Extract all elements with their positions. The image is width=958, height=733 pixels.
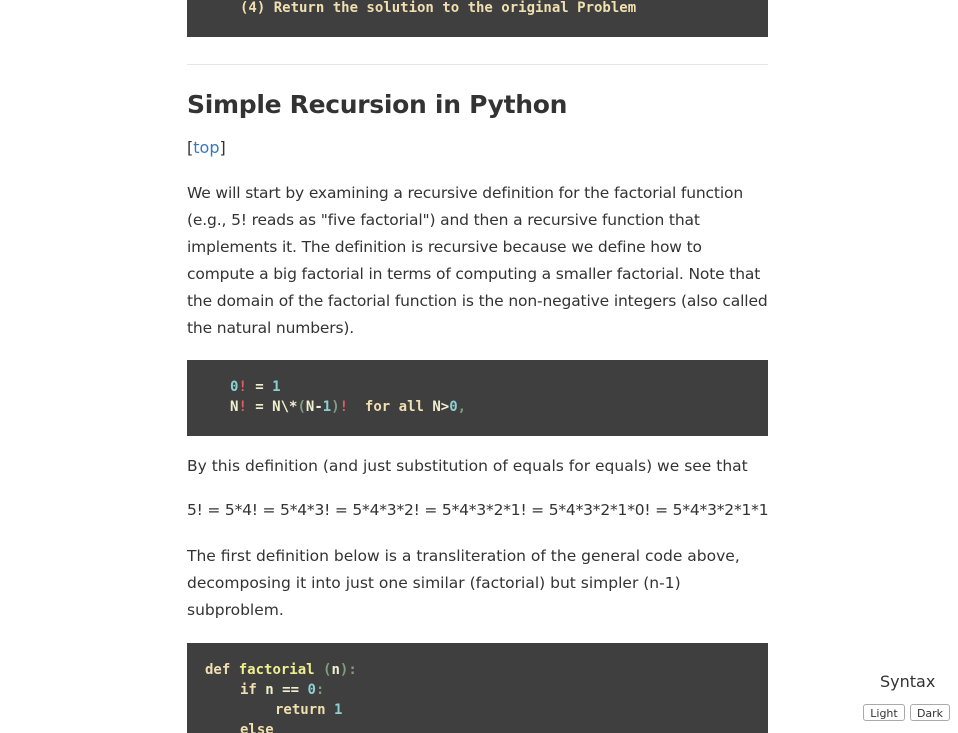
syntax-title: Syntax [880,672,936,691]
code-line: 0! = 1 [230,379,281,395]
code-line: (4) Return the solution to the original … [240,0,637,16]
light-theme-button[interactable]: Light [863,704,905,721]
paragraph-transliteration: The first definition below is a translit… [187,547,740,619]
top-link-container: [top] [187,137,226,159]
paragraph-intro: We will start by examining a recursive d… [187,184,768,337]
code-line: return 1 [275,702,343,718]
code-block-algorithm: (4) Return the solution to the original … [187,0,768,37]
dark-theme-button[interactable]: Dark [910,704,950,721]
section-heading: Simple Recursion in Python [187,90,568,119]
code-block-definition: 0! = 1 N! = N\*(N-1)! for all N>0, [187,360,768,436]
code-block-factorial: def factorial (n): if n == 0: return 1 e… [187,643,768,733]
paragraph-expansion: 5! = 5*4! = 5*4*3! = 5*4*3*2! = 5*4*3*2*… [187,501,769,519]
paragraph-substitution: By this definition (and just substitutio… [187,457,748,475]
bracket-close: ] [219,138,226,157]
code-line: N! = N\*(N-1)! for all N>0, [230,399,467,415]
code-line: else [240,722,274,733]
section-divider [187,64,768,65]
code-line: def factorial (n): [205,662,357,678]
code-line: if n == 0: [240,682,325,698]
top-link[interactable]: top [193,138,219,157]
